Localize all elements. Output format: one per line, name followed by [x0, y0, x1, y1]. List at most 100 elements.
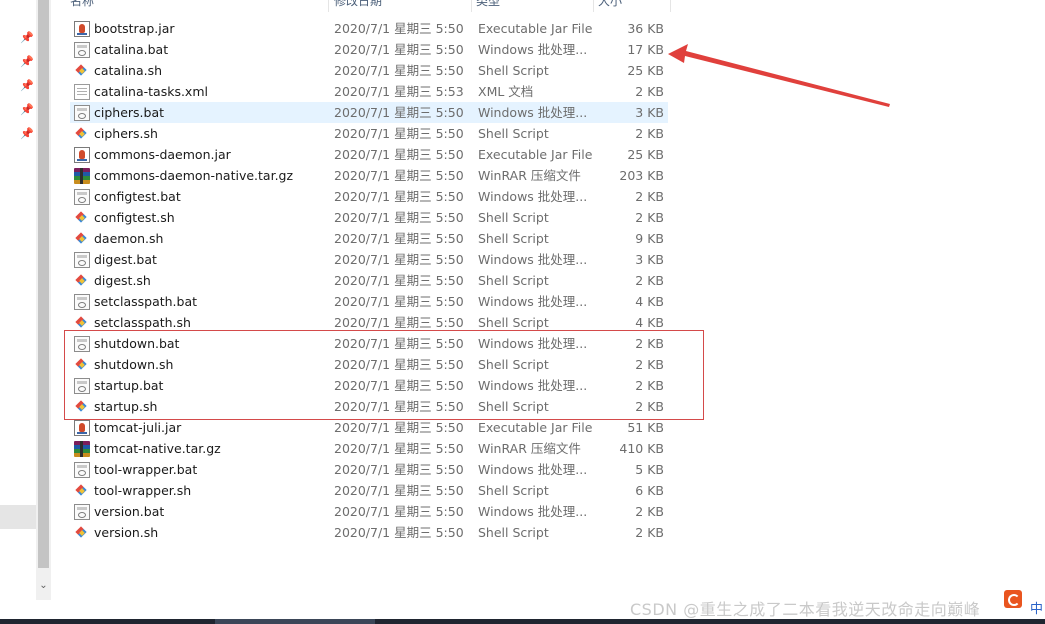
file-modified-date: 2020/7/1 星期三 5:50: [334, 42, 464, 57]
bat-icon: [74, 42, 90, 58]
ime-indicator[interactable]: 中: [1030, 598, 1043, 617]
file-size: 6 KB: [635, 483, 664, 498]
file-type: Executable Jar File: [478, 21, 593, 36]
file-row[interactable]: catalina.sh 2020/7/1 星期三 5:50 Shell Script…: [70, 60, 668, 81]
bat-icon: [74, 504, 90, 520]
file-modified-date: 2020/7/1 星期三 5:50: [334, 483, 464, 498]
file-type: Shell Script: [478, 525, 549, 540]
file-row[interactable]: tool-wrapper.bat 2020/7/1 星期三 5:50 Windows…: [70, 459, 668, 480]
file-row[interactable]: daemon.sh 2020/7/1 星期三 5:50 Shell Script 9 …: [70, 228, 668, 249]
sh-icon: [74, 231, 90, 247]
file-type: WinRAR 压缩文件: [478, 441, 581, 456]
jar-icon: [74, 420, 90, 436]
file-size: 2 KB: [635, 126, 664, 141]
file-type: Shell Script: [478, 210, 549, 225]
file-type: WinRAR 压缩文件: [478, 168, 581, 183]
file-type: Shell Script: [478, 273, 549, 288]
file-size: 2 KB: [635, 273, 664, 288]
column-separator[interactable]: [328, 0, 329, 12]
file-modified-date: 2020/7/1 星期三 5:50: [334, 21, 464, 36]
file-name: daemon.sh: [94, 231, 164, 246]
file-row[interactable]: setclasspath.bat 2020/7/1 星期三 5:50 Windows…: [70, 291, 668, 312]
file-row[interactable]: tomcat-juli.jar 2020/7/1 星期三 5:50 Executab…: [70, 417, 668, 438]
file-size: 51 KB: [627, 420, 664, 435]
pin-icon[interactable]: 📌: [20, 103, 34, 117]
file-name: ciphers.bat: [94, 105, 165, 120]
file-name: catalina-tasks.xml: [94, 84, 208, 99]
file-size: 3 KB: [635, 252, 664, 267]
file-modified-date: 2020/7/1 星期三 5:50: [334, 189, 464, 204]
sh-icon: [74, 63, 90, 79]
scroll-down-arrow-icon[interactable]: ⌄: [36, 578, 51, 594]
file-row[interactable]: bootstrap.jar 2020/7/1 星期三 5:50 Executable…: [70, 18, 668, 39]
file-modified-date: 2020/7/1 星期三 5:50: [334, 168, 464, 183]
column-type-header[interactable]: 类型: [476, 0, 500, 9]
scrollbar-thumb[interactable]: [38, 0, 49, 568]
file-size: 36 KB: [627, 21, 664, 36]
file-modified-date: 2020/7/1 星期三 5:50: [334, 441, 464, 456]
file-name: configtest.bat: [94, 189, 181, 204]
file-type: Windows 批处理...: [478, 42, 588, 57]
bat-icon: [74, 189, 90, 205]
file-row[interactable]: version.sh 2020/7/1 星期三 5:50 Shell Script 2…: [70, 522, 668, 543]
file-type: Windows 批处理...: [478, 462, 588, 477]
file-name: catalina.bat: [94, 42, 169, 57]
file-row[interactable]: catalina.bat 2020/7/1 星期三 5:50 Windows 批处理…: [70, 39, 668, 60]
file-size: 5 KB: [635, 462, 664, 477]
file-row[interactable]: tool-wrapper.sh 2020/7/1 星期三 5:50 Shell Sc…: [70, 480, 668, 501]
file-row[interactable]: tomcat-native.tar.gz 2020/7/1 星期三 5:50 Win…: [70, 438, 668, 459]
file-name: version.bat: [94, 504, 165, 519]
pin-icon[interactable]: 📌: [20, 79, 34, 93]
pin-icon[interactable]: 📌: [20, 127, 34, 141]
rar-icon: [74, 168, 90, 184]
sh-icon: [74, 273, 90, 289]
file-modified-date: 2020/7/1 星期三 5:50: [334, 462, 464, 477]
file-row[interactable]: catalina-tasks.xml 2020/7/1 星期三 5:53 XML 文…: [70, 81, 668, 102]
column-date-header[interactable]: 修改日期: [334, 0, 382, 9]
file-modified-date: 2020/7/1 星期三 5:50: [334, 126, 464, 141]
file-row[interactable]: ciphers.sh 2020/7/1 星期三 5:50 Shell Script 2…: [70, 123, 668, 144]
nav-hover-item[interactable]: [0, 505, 36, 529]
sh-icon: [74, 126, 90, 142]
file-name: version.sh: [94, 525, 159, 540]
file-modified-date: 2020/7/1 星期三 5:50: [334, 504, 464, 519]
file-name: tomcat-native.tar.gz: [94, 441, 221, 456]
file-row[interactable]: digest.bat 2020/7/1 星期三 5:50 Windows 批处理..…: [70, 249, 668, 270]
file-name: setclasspath.bat: [94, 294, 198, 309]
file-row[interactable]: commons-daemon.jar 2020/7/1 星期三 5:50 Execu…: [70, 144, 668, 165]
file-name: configtest.sh: [94, 210, 175, 225]
file-size: 410 KB: [619, 441, 664, 456]
bat-icon: [74, 294, 90, 310]
sh-icon: [74, 525, 90, 541]
file-row[interactable]: ciphers.bat 2020/7/1 星期三 5:50 Windows 批处理.…: [70, 102, 668, 123]
pin-icon[interactable]: 📌: [20, 31, 34, 45]
sh-icon: [74, 483, 90, 499]
file-size: 2 KB: [635, 525, 664, 540]
file-size: 203 KB: [619, 168, 664, 183]
file-row[interactable]: version.bat 2020/7/1 星期三 5:50 Windows 批处理.…: [70, 501, 668, 522]
file-row[interactable]: commons-daemon-native.tar.gz 2020/7/1 星期三…: [70, 165, 668, 186]
column-size-header[interactable]: 大小: [598, 0, 622, 9]
file-row[interactable]: configtest.sh 2020/7/1 星期三 5:50 Shell Scri…: [70, 207, 668, 228]
file-modified-date: 2020/7/1 星期三 5:50: [334, 420, 464, 435]
jar-icon: [74, 21, 90, 37]
taskbar-active-app[interactable]: [215, 619, 375, 624]
nav-pane-scrollbar[interactable]: ⌄: [36, 0, 51, 600]
file-name: ciphers.sh: [94, 126, 158, 141]
file-type: Shell Script: [478, 231, 549, 246]
file-row[interactable]: digest.sh 2020/7/1 星期三 5:50 Shell Script 2 …: [70, 270, 668, 291]
file-size: 2 KB: [635, 504, 664, 519]
file-modified-date: 2020/7/1 星期三 5:50: [334, 147, 464, 162]
file-row[interactable]: configtest.bat 2020/7/1 星期三 5:50 Windows 批…: [70, 186, 668, 207]
column-name-header[interactable]: 名称: [70, 0, 94, 9]
file-size: 2 KB: [635, 210, 664, 225]
column-separator[interactable]: [593, 0, 594, 12]
pin-icon[interactable]: 📌: [20, 55, 34, 69]
file-size: 25 KB: [627, 63, 664, 78]
column-separator[interactable]: [670, 0, 671, 12]
file-type: Shell Script: [478, 126, 549, 141]
file-modified-date: 2020/7/1 星期三 5:53: [334, 84, 464, 99]
column-separator[interactable]: [471, 0, 472, 12]
column-header: 名称 修改日期 类型 大小: [66, 0, 676, 12]
taskbar: [0, 619, 1045, 624]
